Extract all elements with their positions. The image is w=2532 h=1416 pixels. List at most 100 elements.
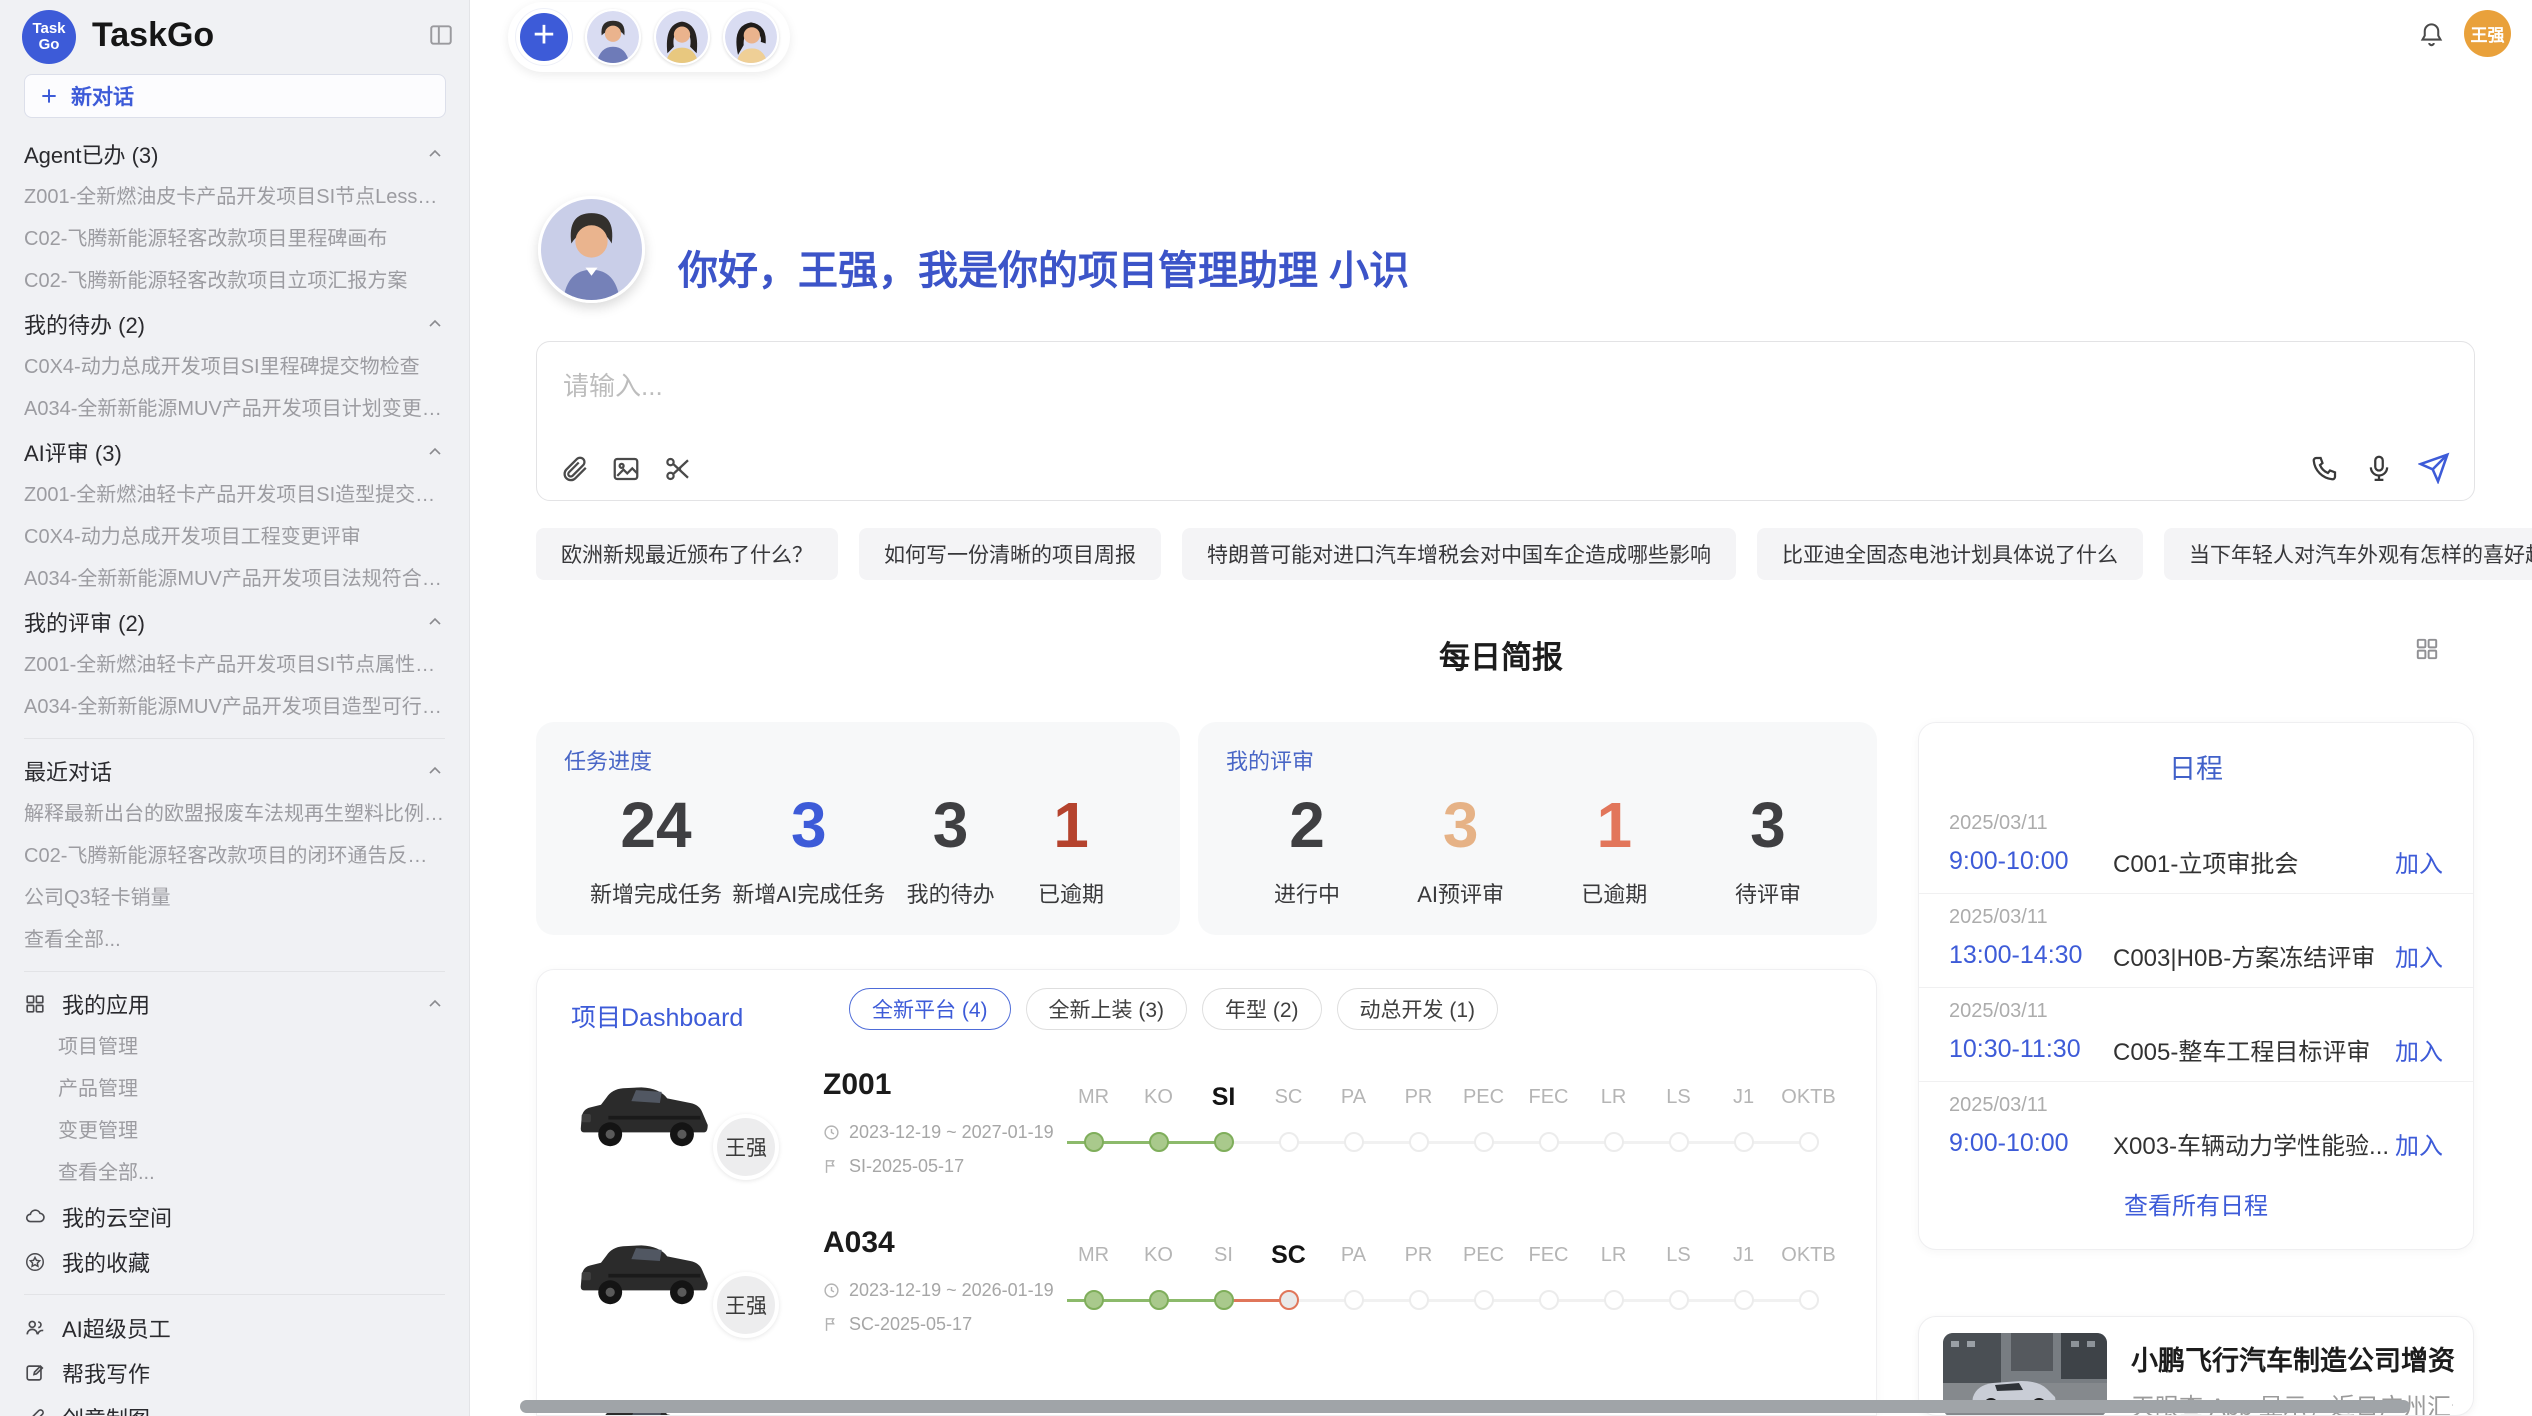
sidebar-section-header[interactable]: AI评审 (3) xyxy=(24,430,445,474)
sidebar-item[interactable]: A034-全新新能源MUV产品开发项目造型可行性评审 xyxy=(24,686,445,728)
session-avatar-3[interactable] xyxy=(723,9,779,65)
send-icon[interactable] xyxy=(2418,452,2450,484)
logo-text-top: Task xyxy=(32,21,65,37)
main-area: + 王强 你好，王强，我是你的项目管理助理 小识 xyxy=(470,0,2532,1416)
horizontal-scrollbar[interactable] xyxy=(520,1400,2410,1413)
sidebar-section-header[interactable]: Agent已办 (3) xyxy=(24,132,445,176)
suggestion-chip[interactable]: 比亚迪全固态电池计划具体说了什么 xyxy=(1757,528,2143,580)
dashboard-title: 项目Dashboard xyxy=(571,998,743,1034)
suggestion-chip[interactable]: 欧洲新规最近颁布了什么？ xyxy=(536,528,838,580)
project-row[interactable]: 王强 Z001 2023-12-19 ~ 2027-01-19 SI-2025-… xyxy=(537,1066,1876,1224)
sidebar-item[interactable]: C0X4-动力总成开发项目工程变更评审 xyxy=(24,516,445,558)
sidebar-item[interactable]: C0X4-动力总成开发项目SI里程碑提交物检查 xyxy=(24,346,445,388)
dashboard-filter[interactable]: 动总开发 (1) xyxy=(1337,988,1499,1030)
sidebar-section: Agent已办 (3) Z001-全新燃油皮卡产品开发项目SI节点Lesson … xyxy=(24,132,445,302)
milestone-dot-SC xyxy=(1279,1290,1299,1310)
dashboard-filter[interactable]: 年型 (2) xyxy=(1202,988,1322,1030)
pen-icon xyxy=(24,1407,46,1416)
briefing-layout-icon[interactable] xyxy=(2414,636,2440,662)
sidebar-item[interactable]: C02-飞腾新能源轻客改款项目里程碑画布 xyxy=(24,218,445,260)
sidebar-section-header[interactable]: 我的评审 (2) xyxy=(24,600,445,644)
flag-icon xyxy=(823,1158,840,1175)
project-row[interactable]: 王强 A034 2023-12-19 ~ 2026-01-19 SC-2025-… xyxy=(537,1224,1876,1382)
sidebar-item[interactable]: Z001-全新燃油轻卡产品开发项目SI节点属性5D文件评审 xyxy=(24,644,445,686)
sidebar-item[interactable]: 变更管理 xyxy=(24,1110,445,1152)
milestone-MR: MR xyxy=(1061,1076,1126,1162)
sidebar-item-cloud-space[interactable]: 我的云空间 xyxy=(24,1194,445,1239)
apps-view-all[interactable]: 查看全部... xyxy=(24,1152,445,1194)
plus-icon xyxy=(39,86,59,106)
add-session-button[interactable]: + xyxy=(516,9,572,65)
stat-value: 2 xyxy=(1252,784,1362,867)
sidebar-item[interactable]: 解释最新出台的欧盟报废车法规再生塑料比例被调至15%... xyxy=(24,793,445,835)
write-icon xyxy=(24,1362,46,1384)
divider xyxy=(24,1294,445,1295)
milestone-PEC: PEC xyxy=(1451,1234,1516,1320)
join-link[interactable]: 加入 xyxy=(2395,844,2443,879)
sidebar-item[interactable]: Z001-全新燃油轻卡产品开发项目SI造型提交物评审 xyxy=(24,474,445,516)
suggestion-chip[interactable]: 特朗普可能对进口汽车增税会对中国车企造成哪些影响 xyxy=(1182,528,1736,580)
notification-bell-icon[interactable] xyxy=(2418,20,2445,49)
chevron-up-icon xyxy=(425,994,445,1014)
microphone-icon[interactable] xyxy=(2364,453,2394,483)
stat-item: 1 已逾期 xyxy=(1016,784,1126,909)
session-avatar-1[interactable] xyxy=(585,9,641,65)
sidebar-item-ai-employee[interactable]: AI超级员工 xyxy=(24,1305,445,1350)
sidebar-item-favorites[interactable]: 我的收藏 xyxy=(24,1239,445,1284)
milestone-LR: LR xyxy=(1581,1234,1646,1320)
milestone-PR: PR xyxy=(1386,1234,1451,1320)
stat-item: 2 进行中 xyxy=(1252,784,1362,909)
scissors-icon[interactable] xyxy=(663,454,693,484)
stat-label: 已逾期 xyxy=(1016,877,1126,909)
sidebar-item-help-write[interactable]: 帮我写作 xyxy=(24,1350,445,1395)
sidebar-collapse-icon[interactable] xyxy=(428,22,454,48)
user-avatar[interactable]: 王强 xyxy=(2464,10,2511,57)
sidebar-item[interactable]: 产品管理 xyxy=(24,1068,445,1110)
sidebar-section: 我的待办 (2) C0X4-动力总成开发项目SI里程碑提交物检查A034-全新新… xyxy=(24,302,445,430)
event-time: 9:00-10:00 xyxy=(1949,847,2113,876)
sidebar-section-label: 我的评审 (2) xyxy=(24,606,145,638)
event-time: 13:00-14:30 xyxy=(1949,941,2113,970)
stat-label: 待评审 xyxy=(1713,877,1823,909)
dashboard-filter[interactable]: 全新平台 (4) xyxy=(849,988,1011,1030)
event-date: 2025/03/11 xyxy=(1949,1094,2443,1117)
milestone-dot-PEC xyxy=(1474,1132,1494,1152)
sidebar-item[interactable]: 项目管理 xyxy=(24,1026,445,1068)
stat-value: 3 xyxy=(896,784,1006,867)
sidebar-section-header-recent[interactable]: 最近对话 xyxy=(24,749,445,793)
sidebar-section-header[interactable]: 我的待办 (2) xyxy=(24,302,445,346)
sidebar-item[interactable]: Z001-全新燃油皮卡产品开发项目SI节点Lesson Learn报告 xyxy=(24,176,445,218)
event-time: 10:30-11:30 xyxy=(1949,1035,2113,1064)
sidebar-item[interactable]: A034-全新新能源MUV产品开发项目法规符合性评审 xyxy=(24,558,445,600)
sidebar-item[interactable]: 公司Q3轻卡销量 xyxy=(24,877,445,919)
schedule-event: 2025/03/11 13:00-14:30 C003|H0B-方案冻结评审 加… xyxy=(1919,894,2473,988)
insert-image-icon[interactable] xyxy=(611,454,641,484)
view-all-schedule-link[interactable]: 查看所有日程 xyxy=(1919,1185,2473,1222)
sidebar-item-creative-draw[interactable]: 创意制图 xyxy=(24,1395,445,1416)
milestone-timeline: MRKOSISCPAPRPECFECLRLSJ1OKTB xyxy=(1061,1234,1841,1320)
attach-file-icon[interactable] xyxy=(559,454,589,484)
sidebar-item[interactable]: C02-飞腾新能源轻客改款项目的闭环通告反馈情况 xyxy=(24,835,445,877)
sidebar-section-header-apps[interactable]: 我的应用 xyxy=(24,982,445,1026)
join-link[interactable]: 加入 xyxy=(2395,1032,2443,1067)
suggestion-chip[interactable]: 如何写一份清晰的项目周报 xyxy=(859,528,1161,580)
sidebar-item[interactable]: A034-全新新能源MUV产品开发项目计划变更表编写 xyxy=(24,388,445,430)
stat-value: 1 xyxy=(1559,784,1669,867)
sidebar-item[interactable]: C02-飞腾新能源轻客改款项目立项汇报方案 xyxy=(24,260,445,302)
dashboard-filter[interactable]: 全新上装 (3) xyxy=(1026,988,1188,1030)
session-avatar-2[interactable] xyxy=(654,9,710,65)
join-link[interactable]: 加入 xyxy=(2395,938,2443,973)
message-input[interactable] xyxy=(537,342,2474,442)
recent-view-all[interactable]: 查看全部... xyxy=(24,919,445,961)
stat-value: 3 xyxy=(1406,784,1516,867)
milestone-FEC: FEC xyxy=(1516,1234,1581,1320)
new-chat-label: 新对话 xyxy=(71,81,134,111)
join-link[interactable]: 加入 xyxy=(2395,1126,2443,1161)
chevron-up-icon xyxy=(425,442,445,462)
stat-label: 已逾期 xyxy=(1559,877,1669,909)
card-title: 我的评审 xyxy=(1226,744,1849,776)
suggestion-chip[interactable]: 当下年轻人对汽车外观有怎样的喜好趋势 xyxy=(2164,528,2532,580)
new-chat-button[interactable]: 新对话 xyxy=(24,74,446,118)
phone-call-icon[interactable] xyxy=(2310,453,2340,483)
milestone-LS: LS xyxy=(1646,1234,1711,1320)
